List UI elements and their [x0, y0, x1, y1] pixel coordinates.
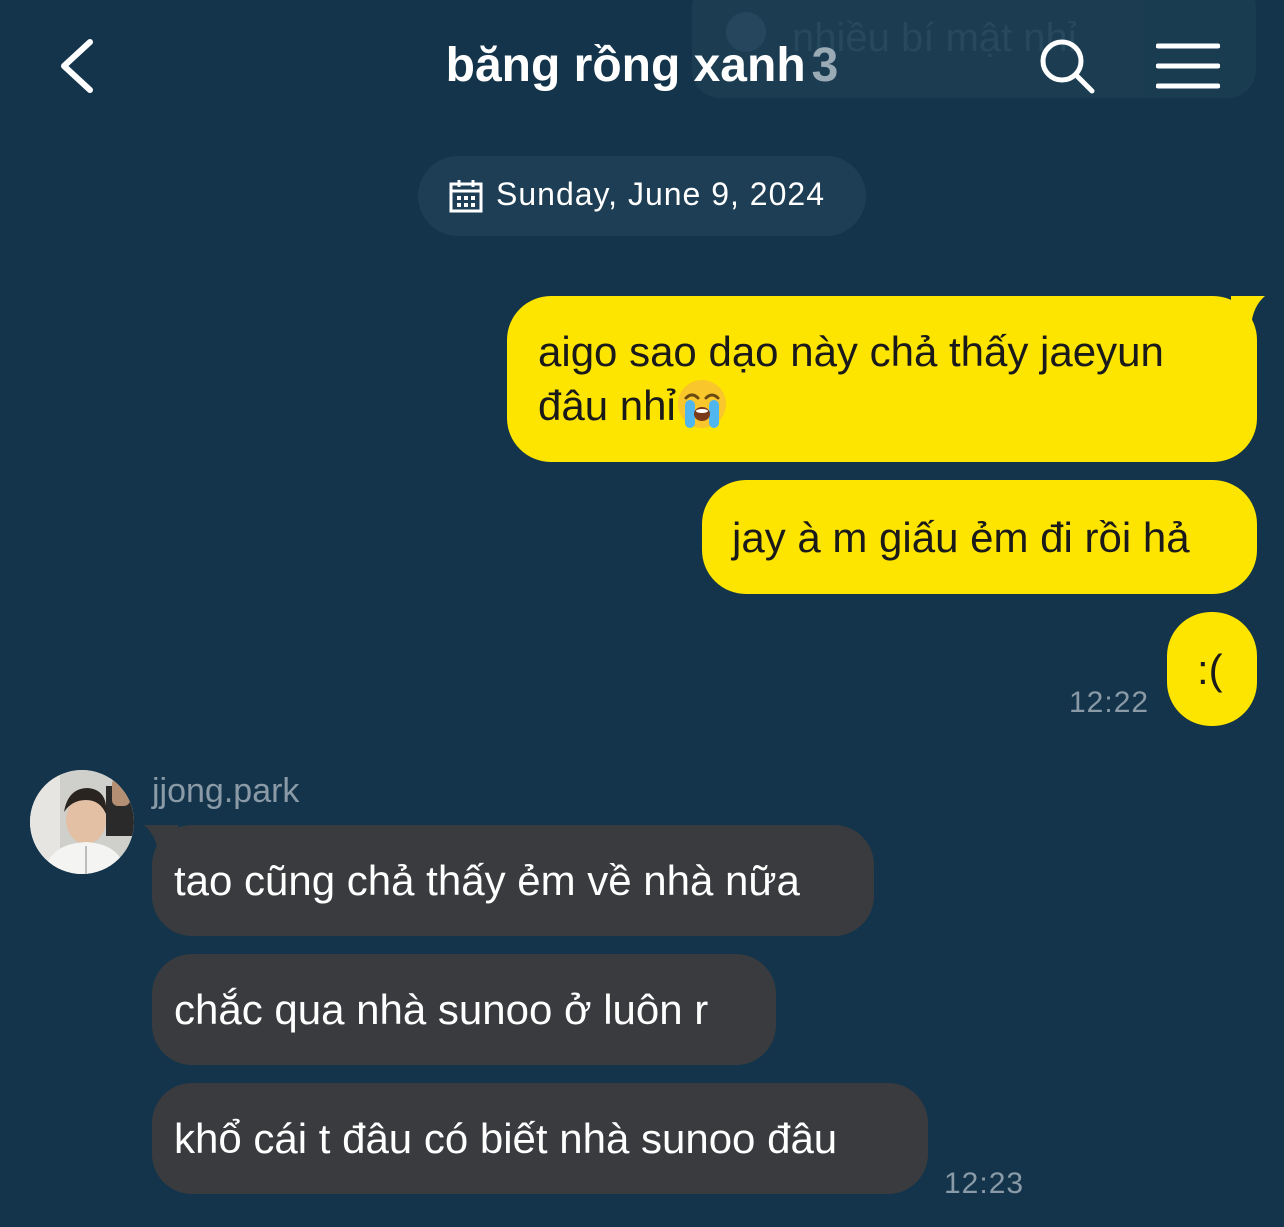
- bubble-tail: [144, 825, 178, 853]
- message-text: aigo sao dạo này chả thấy jaeyun đâu nhỉ: [538, 328, 1164, 429]
- message-timestamp: 12:22: [1069, 686, 1150, 719]
- message-text: tao cũng chả thấy ẻm về nhà nữa: [174, 857, 800, 904]
- profile-avatar-icon: [30, 770, 134, 874]
- message-text: chắc qua nhà sunoo ở luôn r: [174, 986, 709, 1033]
- sender-name[interactable]: jjong.park: [152, 772, 299, 811]
- chevron-left-icon: [61, 39, 93, 93]
- message-text: :(: [1197, 646, 1223, 693]
- back-button[interactable]: [52, 36, 112, 96]
- chat-title: băng rồng xanh 3: [300, 38, 984, 93]
- received-message-bubble[interactable]: chắc qua nhà sunoo ở luôn r: [152, 954, 776, 1065]
- chat-header: băng rồng xanh 3: [0, 0, 1284, 130]
- message-text: khổ cái t đâu có biết nhà sunoo đâu: [174, 1115, 838, 1162]
- date-divider: Sunday, June 9, 2024: [418, 156, 866, 236]
- member-count: 3: [811, 39, 839, 92]
- received-message-bubble[interactable]: tao cũng chả thấy ẻm về nhà nữa: [144, 825, 874, 936]
- received-message-bubble[interactable]: khổ cái t đâu có biết nhà sunoo đâu: [152, 1083, 928, 1194]
- sent-message-bubble[interactable]: jay à m giấu ẻm đi rồi hả: [702, 480, 1257, 594]
- message-timestamp: 12:23: [944, 1167, 1025, 1200]
- search-button[interactable]: [1036, 36, 1098, 96]
- sent-message-bubble[interactable]: :(: [1167, 612, 1257, 726]
- calendar-icon: [449, 180, 483, 213]
- bubble-tail: [1231, 296, 1265, 326]
- avatar[interactable]: [30, 770, 134, 874]
- sent-message-bubble[interactable]: aigo sao dạo này chả thấy jaeyun đâu nhỉ: [507, 296, 1265, 462]
- menu-button[interactable]: [1155, 42, 1221, 90]
- search-icon: [1040, 39, 1095, 94]
- message-text: jay à m giấu ẻm đi rồi hả: [732, 514, 1190, 561]
- date-text: Sunday, June 9, 2024: [496, 176, 825, 212]
- loudly-crying-face-emoji-icon: [677, 380, 726, 428]
- hamburger-menu-icon: [1155, 43, 1221, 89]
- chat-room-name: băng rồng xanh: [445, 39, 806, 92]
